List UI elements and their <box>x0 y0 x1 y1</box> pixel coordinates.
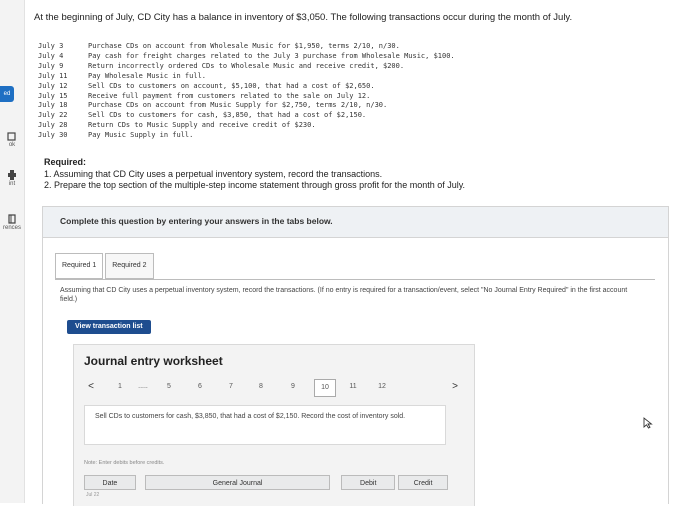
worksheet-pager: < 1 ..... 5 6 7 8 9 10 11 12 > <box>82 379 464 397</box>
transaction-text: Receive full payment from customers rela… <box>88 91 371 100</box>
journal-entry-worksheet: Journal entry worksheet < 1 ..... 5 6 7 … <box>73 344 475 506</box>
list-item: July 4 Pay cash for freight charges relat… <box>38 52 455 62</box>
list-item: July 3 Purchase CDs on account from Whole… <box>38 42 455 52</box>
list-item: July 28 Return CDs to Music Supply and re… <box>38 121 455 131</box>
page-ellipsis: ..... <box>138 383 148 390</box>
column-general-journal: General Journal <box>144 475 331 490</box>
print-icon <box>8 170 16 180</box>
transaction-date: July 4 <box>38 51 64 60</box>
mouse-cursor-icon <box>643 417 653 429</box>
tab-required-2[interactable]: Required 2 <box>105 253 154 279</box>
transaction-text: Pay Music Supply in full. <box>88 131 194 140</box>
prev-page-arrow-icon[interactable]: < <box>84 379 98 395</box>
page-10-active[interactable]: 10 <box>314 379 336 397</box>
list-item: July 15 Receive full payment from custome… <box>38 92 455 102</box>
transaction-text: Pay cash for freight charges related to … <box>88 51 455 60</box>
transaction-date: July 30 <box>38 131 68 140</box>
journal-row-date[interactable]: Jul 22 <box>86 492 99 498</box>
sidebar-item-label: ed <box>3 91 11 97</box>
problem-intro: At the beginning of July, CD City has a … <box>34 12 573 23</box>
page-8[interactable]: 8 <box>254 379 268 395</box>
journal-grid-header: Date General Journal Debit Credit <box>84 475 448 490</box>
sidebar-item-ed[interactable]: ed <box>0 86 14 102</box>
list-item: July 12 Sell CDs to customers on account,… <box>38 82 455 92</box>
page-7[interactable]: 7 <box>224 379 238 395</box>
answer-tabs: Required 1 Required 2 <box>55 253 156 279</box>
next-page-arrow-icon[interactable]: > <box>448 379 462 395</box>
transaction-description: Sell CDs to customers for cash, $3,850, … <box>95 413 406 420</box>
transaction-text: Pay Wholesale Music in full. <box>88 71 207 80</box>
transaction-text: Purchase CDs on account from Music Suppl… <box>88 101 388 110</box>
sidebar-item-label: rences <box>2 225 21 231</box>
page-12[interactable]: 12 <box>375 379 389 395</box>
sidebar-item-ebook[interactable]: ok <box>0 132 24 148</box>
transaction-date: July 28 <box>38 121 68 130</box>
transaction-date: July 22 <box>38 111 68 120</box>
tab-required-1[interactable]: Required 1 <box>55 253 104 279</box>
panel-header-text: Complete this question by entering your … <box>60 216 333 226</box>
references-icon <box>8 214 16 224</box>
list-item: July 30 Pay Music Supply in full. <box>38 131 455 141</box>
sidebar-item-references[interactable]: rences <box>0 214 24 231</box>
column-credit: Credit <box>398 475 448 490</box>
required-heading: Required: <box>44 157 87 167</box>
sidebar-item-print[interactable]: int <box>0 170 24 187</box>
page-1[interactable]: 1 <box>114 379 126 395</box>
answer-panel: Complete this question by entering your … <box>42 206 669 506</box>
list-item: July 11 Pay Wholesale Music in full. <box>38 72 455 82</box>
panel-header: Complete this question by entering your … <box>43 207 668 238</box>
book-icon <box>7 132 16 141</box>
transaction-date: July 9 <box>38 61 64 70</box>
page-6[interactable]: 6 <box>193 379 207 395</box>
page-11[interactable]: 11 <box>346 379 360 395</box>
list-item: July 18 Purchase CDs on account from Musi… <box>38 101 455 111</box>
required-item-2: 2. Prepare the top section of the multip… <box>44 180 466 190</box>
transaction-date: July 11 <box>38 71 68 80</box>
transaction-date: July 3 <box>38 42 64 50</box>
transaction-date: July 12 <box>38 81 68 90</box>
transaction-list: July 3 Purchase CDs on account from Whole… <box>38 42 455 141</box>
required-item-1: 1. Assuming that CD City uses a perpetua… <box>44 169 383 179</box>
tab-instruction: Assuming that CD City uses a perpetual i… <box>60 287 628 303</box>
view-transaction-list-button[interactable]: View transaction list <box>67 320 151 334</box>
transaction-date: July 15 <box>38 91 68 100</box>
transaction-text: Return CDs to Music Supply and receive c… <box>88 121 316 130</box>
sidebar-item-label: ok <box>8 142 16 148</box>
debits-note: Note: Enter debits before credits. <box>84 460 165 466</box>
list-item: July 9 Return incorrectly ordered CDs to … <box>38 62 455 72</box>
column-date: Date <box>84 475 136 490</box>
transaction-text: Sell CDs to customers for cash, $3,850, … <box>88 111 367 120</box>
sidebar-item-label: int <box>8 181 16 187</box>
left-sidebar: ed ok int rences <box>0 0 25 503</box>
transaction-text: Return incorrectly ordered CDs to Wholes… <box>88 61 405 70</box>
worksheet-title: Journal entry worksheet <box>84 354 223 368</box>
list-item: July 22 Sell CDs to customers for cash, $… <box>38 111 455 121</box>
transaction-text: Purchase CDs on account from Wholesale M… <box>88 42 400 50</box>
transaction-date: July 18 <box>38 101 68 110</box>
column-debit: Debit <box>341 475 396 490</box>
tab-content: Assuming that CD City uses a perpetual i… <box>55 279 655 506</box>
transaction-text: Sell CDs to customers on account, $5,100… <box>88 81 375 90</box>
page-5[interactable]: 5 <box>162 379 176 395</box>
page-9[interactable]: 9 <box>286 379 300 395</box>
transaction-description-box: Sell CDs to customers for cash, $3,850, … <box>84 405 446 445</box>
